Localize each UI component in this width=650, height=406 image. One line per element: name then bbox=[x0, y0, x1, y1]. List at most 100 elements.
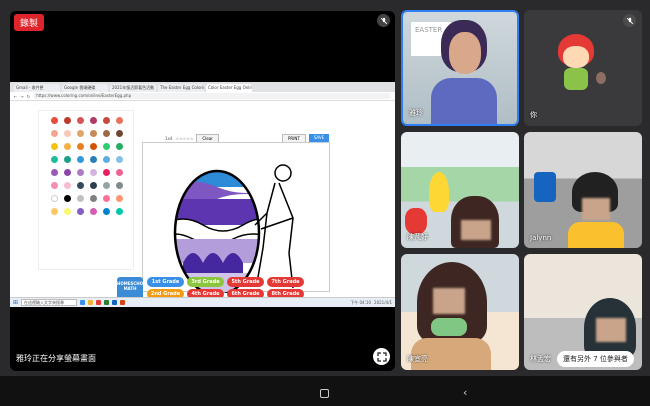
color-swatch[interactable] bbox=[51, 143, 58, 150]
color-swatch[interactable] bbox=[103, 143, 110, 150]
color-swatch[interactable] bbox=[103, 195, 110, 202]
color-swatch[interactable] bbox=[103, 208, 110, 215]
windows-start-icon[interactable]: ⊞ bbox=[13, 299, 18, 306]
participant-tile[interactable]: 陳宜亮 bbox=[401, 254, 519, 370]
child-shirt bbox=[568, 222, 624, 248]
color-swatch[interactable] bbox=[103, 156, 110, 163]
back-button[interactable]: ‹ bbox=[463, 386, 467, 399]
color-swatch[interactable] bbox=[64, 195, 71, 202]
grade-button[interactable]: 3rd Grade bbox=[187, 277, 224, 287]
participant-tile[interactable]: 陳芃妤 bbox=[401, 132, 519, 248]
fullscreen-icon bbox=[376, 351, 387, 362]
color-swatch[interactable] bbox=[116, 156, 123, 163]
browser-tab[interactable]: The Easter Egg Coloring bbox=[158, 84, 204, 92]
grade-button[interactable]: 7th Grade bbox=[267, 277, 304, 287]
home-button[interactable] bbox=[320, 389, 329, 398]
color-swatch[interactable] bbox=[77, 117, 84, 124]
taskbar-date: 2021/4/1 bbox=[374, 300, 392, 305]
browser-tab[interactable]: Gmail - 收件匣 bbox=[14, 84, 60, 92]
color-swatch[interactable] bbox=[51, 208, 58, 215]
task-view-icon[interactable] bbox=[80, 300, 86, 305]
participant-name: 陳宜亮 bbox=[407, 355, 428, 363]
back-arrow-icon[interactable]: ← bbox=[14, 94, 17, 99]
browser-tab-active[interactable]: Color Easter Egg Online Coloring bbox=[206, 84, 252, 92]
file-explorer-icon[interactable] bbox=[88, 300, 94, 305]
color-swatch[interactable] bbox=[51, 182, 58, 189]
color-swatch[interactable] bbox=[64, 143, 71, 150]
fullscreen-button[interactable] bbox=[373, 348, 390, 365]
color-swatch[interactable] bbox=[51, 156, 58, 163]
chrome-icon[interactable] bbox=[96, 300, 102, 305]
color-swatch[interactable] bbox=[77, 182, 84, 189]
grade-button[interactable]: 5th Grade bbox=[227, 277, 264, 287]
color-swatch[interactable] bbox=[103, 182, 110, 189]
color-swatch[interactable] bbox=[51, 169, 58, 176]
more-participants-button[interactable]: 還有另外 7 位參與者 bbox=[557, 351, 634, 367]
participant-tile[interactable]: EASTER 雅玲 bbox=[401, 10, 519, 126]
color-swatch[interactable] bbox=[90, 130, 97, 137]
grade-button[interactable]: 1st Grade bbox=[147, 277, 184, 287]
color-swatch[interactable] bbox=[90, 156, 97, 163]
participant-name: 你 bbox=[530, 111, 537, 119]
color-swatch[interactable] bbox=[90, 208, 97, 215]
taskbar-search[interactable]: 在這裡輸入文字來搜尋 bbox=[21, 299, 78, 306]
participant-tile-self[interactable]: 你 bbox=[524, 10, 642, 126]
avatar-pet bbox=[596, 72, 606, 84]
color-swatch[interactable] bbox=[90, 169, 97, 176]
color-swatch[interactable] bbox=[103, 117, 110, 124]
color-swatch[interactable] bbox=[51, 130, 58, 137]
color-swatch[interactable] bbox=[77, 195, 84, 202]
color-swatch[interactable] bbox=[90, 117, 97, 124]
color-swatch[interactable] bbox=[51, 117, 58, 124]
color-swatch[interactable] bbox=[116, 195, 123, 202]
zoom-label: 1x4 bbox=[165, 136, 173, 141]
coloring-canvas[interactable] bbox=[142, 142, 330, 297]
color-swatch[interactable] bbox=[77, 169, 84, 176]
color-swatch[interactable] bbox=[116, 130, 123, 137]
participant-name: Jalynn bbox=[530, 234, 552, 242]
participant-name: 林孟宏 bbox=[530, 355, 551, 363]
url-field[interactable]: https://www.coloring.com/online/EasterEg… bbox=[33, 93, 391, 99]
color-swatch[interactable] bbox=[64, 182, 71, 189]
color-swatch[interactable] bbox=[116, 169, 123, 176]
forward-arrow-icon[interactable]: → bbox=[20, 94, 23, 99]
presentation-view[interactable]: 錄製 Gmail - 收件匣 Google 雲端硬碟 2021年復活節著色活動 … bbox=[10, 11, 395, 371]
color-swatch[interactable] bbox=[64, 130, 71, 137]
color-swatch[interactable] bbox=[90, 182, 97, 189]
color-swatch[interactable] bbox=[64, 117, 71, 124]
color-swatch[interactable] bbox=[116, 182, 123, 189]
meeting-stage: 錄製 Gmail - 收件匣 Google 雲端硬碟 2021年復活節著色活動 … bbox=[0, 0, 650, 376]
blurred-face bbox=[461, 220, 491, 240]
color-swatch[interactable] bbox=[77, 130, 84, 137]
color-swatch[interactable] bbox=[77, 208, 84, 215]
color-swatch[interactable] bbox=[116, 143, 123, 150]
powerpoint-icon[interactable] bbox=[120, 300, 126, 305]
mic-off-icon bbox=[623, 14, 636, 27]
color-swatch[interactable] bbox=[64, 208, 71, 215]
excel-icon[interactable] bbox=[104, 300, 110, 305]
color-swatch[interactable] bbox=[103, 130, 110, 137]
color-swatch[interactable] bbox=[116, 208, 123, 215]
color-swatch[interactable] bbox=[51, 195, 58, 202]
browser-tab[interactable]: 2021年復活節著色活動 bbox=[110, 84, 156, 92]
color-swatch[interactable] bbox=[90, 195, 97, 202]
browser-tab[interactable]: Google 雲端硬碟 bbox=[62, 84, 108, 92]
shirt bbox=[431, 78, 497, 124]
share-status-text: 雅玲正在分享螢幕畫面 bbox=[16, 354, 96, 363]
color-swatch[interactable] bbox=[116, 117, 123, 124]
word-icon[interactable] bbox=[112, 300, 118, 305]
color-swatch[interactable] bbox=[77, 143, 84, 150]
face bbox=[449, 32, 481, 74]
recording-badge: 錄製 bbox=[14, 14, 45, 31]
blurred-face bbox=[582, 198, 610, 220]
color-swatch[interactable] bbox=[64, 169, 71, 176]
reload-icon[interactable]: ↻ bbox=[27, 94, 30, 99]
participant-name: 陳芃妤 bbox=[407, 233, 428, 241]
stars-icon: ☆☆☆☆☆ bbox=[175, 136, 194, 141]
color-swatch[interactable] bbox=[64, 156, 71, 163]
color-swatch[interactable] bbox=[77, 156, 84, 163]
color-swatch[interactable] bbox=[90, 143, 97, 150]
color-swatch[interactable] bbox=[103, 169, 110, 176]
avatar-body bbox=[564, 68, 588, 90]
participant-tile[interactable]: Jalynn bbox=[524, 132, 642, 248]
